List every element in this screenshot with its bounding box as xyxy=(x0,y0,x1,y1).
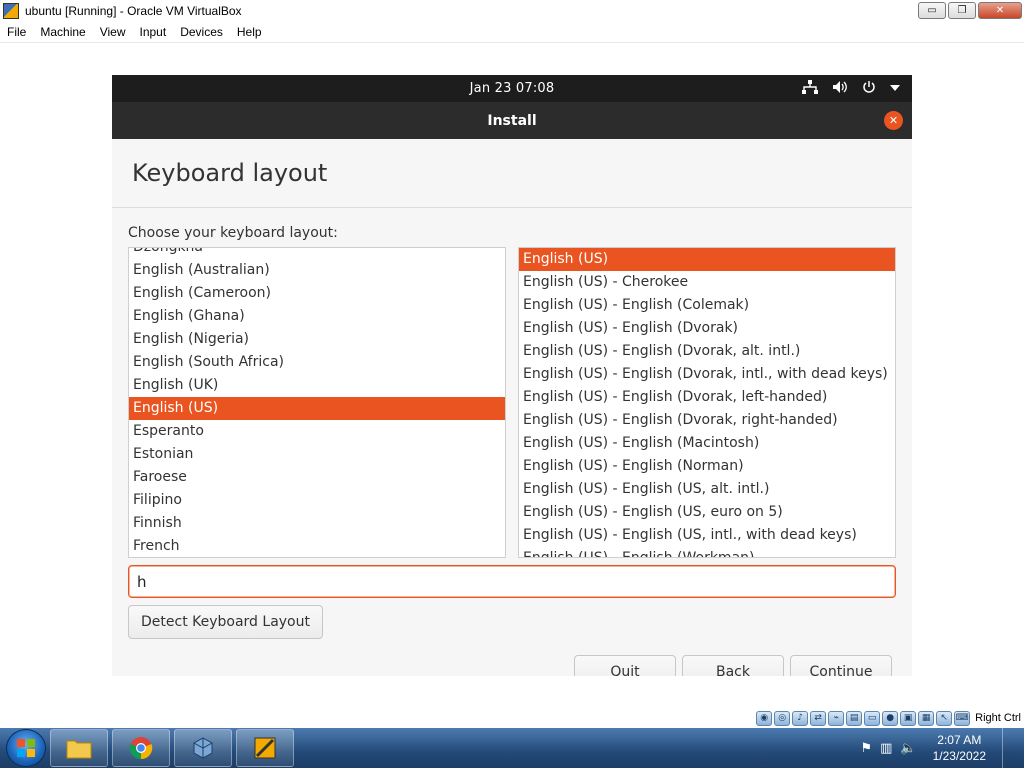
installer-header: Install ✕ xyxy=(112,102,912,139)
variant-item[interactable]: English (US) - English (Colemak) xyxy=(519,294,895,317)
taskbar-explorer-button[interactable] xyxy=(50,729,108,767)
chrome-icon xyxy=(129,737,153,760)
back-button[interactable]: Back xyxy=(682,655,784,676)
action-center-icon[interactable]: ⚑ xyxy=(860,741,872,756)
volume-icon xyxy=(832,80,848,98)
speaker-icon[interactable]: 🔈 xyxy=(900,741,916,756)
network-status-icon[interactable]: ▥ xyxy=(880,741,892,756)
variant-item[interactable]: English (US) - English (Macintosh) xyxy=(519,432,895,455)
guest-clock[interactable]: Jan 23 07:08 xyxy=(470,81,555,96)
layout-item[interactable]: French xyxy=(129,535,505,557)
keyboard-capture-icon[interactable]: ⌨ xyxy=(954,710,971,726)
quit-button[interactable]: Quit xyxy=(574,655,676,676)
installer-window-title: Install xyxy=(487,112,537,129)
host-menubar: File Machine View Input Devices Help xyxy=(0,22,1024,43)
chevron-down-icon xyxy=(890,81,900,96)
variant-item[interactable]: English (US) - English (Dvorak) xyxy=(519,317,895,340)
power-icon xyxy=(862,80,876,98)
host-window-controls: ▭ ❐ ✕ xyxy=(918,2,1022,19)
system-tray: ⚑ ▥ 🔈 2:07 AM 1/23/2022 xyxy=(860,728,1024,768)
menu-view[interactable]: View xyxy=(93,25,133,39)
menu-file[interactable]: File xyxy=(0,25,33,39)
layout-list[interactable]: Dzongkha English (Australian) English (C… xyxy=(128,247,506,558)
video-capture-icon[interactable]: ● xyxy=(882,710,899,726)
host-titlebar: ubuntu [Running] - Oracle VM VirtualBox … xyxy=(0,0,1024,22)
layout-item[interactable]: Esperanto xyxy=(129,420,505,443)
guest-tray[interactable] xyxy=(802,75,900,102)
layout-item-selected[interactable]: English (US) xyxy=(129,397,505,420)
variant-item[interactable]: English (US) - English (Dvorak, alt. int… xyxy=(519,340,895,363)
layout-item[interactable]: English (South Africa) xyxy=(129,351,505,374)
virtualbox-app-icon xyxy=(3,3,19,19)
display-icon[interactable]: ▭ xyxy=(864,710,881,726)
vm-window-icon xyxy=(254,737,276,759)
installer-body: Keyboard layout Choose your keyboard lay… xyxy=(112,139,912,676)
installer-close-button[interactable]: ✕ xyxy=(884,111,903,130)
variant-item[interactable]: English (US) - English (Workman) xyxy=(519,547,895,557)
layout-item[interactable]: English (Ghana) xyxy=(129,305,505,328)
choose-layout-label: Choose your keyboard layout: xyxy=(128,225,338,241)
clock-date: 1/23/2022 xyxy=(932,749,986,763)
variant-item[interactable]: English (US) - English (US, alt. intl.) xyxy=(519,478,895,501)
menu-help[interactable]: Help xyxy=(230,25,269,39)
windows-logo-icon xyxy=(17,739,35,757)
recording-icon[interactable]: ▣ xyxy=(900,710,917,726)
windows-taskbar: ⚑ ▥ 🔈 2:07 AM 1/23/2022 xyxy=(0,728,1024,768)
title-divider xyxy=(112,207,912,208)
minimize-button[interactable]: ▭ xyxy=(918,2,946,19)
layout-item[interactable]: Filipino xyxy=(129,489,505,512)
shared-folders-icon[interactable]: ▤ xyxy=(846,710,863,726)
variant-item[interactable]: English (US) - Cherokee xyxy=(519,271,895,294)
guest-topbar: Jan 23 07:08 xyxy=(112,75,912,102)
variant-item[interactable]: English (US) - English (Norman) xyxy=(519,455,895,478)
installer-content: Keyboard layout Choose your keyboard lay… xyxy=(112,139,912,676)
variant-item[interactable]: English (US) - English (US, intl., with … xyxy=(519,524,895,547)
taskbar-chrome-button[interactable] xyxy=(112,729,170,767)
layout-item[interactable]: Finnish xyxy=(129,512,505,535)
keyboard-test-input[interactable] xyxy=(128,565,896,598)
close-button[interactable]: ✕ xyxy=(978,2,1022,19)
host-statusbar: ◉ ◎ ♪ ⇄ ⌁ ▤ ▭ ● ▣ ▦ ↖ ⌨ Right Ctrl xyxy=(0,708,1024,728)
network-adapter-icon[interactable]: ⇄ xyxy=(810,710,827,726)
layout-item[interactable]: Faroese xyxy=(129,466,505,489)
layout-item[interactable]: English (UK) xyxy=(129,374,505,397)
clock-time: 2:07 AM xyxy=(937,733,982,747)
variant-list[interactable]: English (US) English (US) - Cherokee Eng… xyxy=(518,247,896,558)
variant-item[interactable]: English (US) - English (Dvorak, intl., w… xyxy=(519,363,895,386)
detect-keyboard-layout-button[interactable]: Detect Keyboard Layout xyxy=(128,605,323,639)
layout-item[interactable]: English (Australian) xyxy=(129,259,505,282)
menu-input[interactable]: Input xyxy=(133,25,174,39)
variant-item[interactable]: English (US) - English (Dvorak, right-ha… xyxy=(519,409,895,432)
usb-icon[interactable]: ⌁ xyxy=(828,710,845,726)
variant-item[interactable]: English (US) - English (US, euro on 5) xyxy=(519,501,895,524)
layout-item[interactable]: English (Cameroon) xyxy=(129,282,505,305)
show-desktop-button[interactable] xyxy=(1002,728,1012,768)
audio-icon[interactable]: ♪ xyxy=(792,710,809,726)
menu-devices[interactable]: Devices xyxy=(173,25,230,39)
hard-disk-icon[interactable]: ◉ xyxy=(756,710,773,726)
taskbar-virtualbox-manager-button[interactable] xyxy=(174,729,232,767)
system-clock[interactable]: 2:07 AM 1/23/2022 xyxy=(933,732,986,764)
layout-item[interactable]: English (Nigeria) xyxy=(129,328,505,351)
page-title: Keyboard layout xyxy=(132,159,328,187)
start-button[interactable] xyxy=(6,729,46,767)
variant-item-selected[interactable]: English (US) xyxy=(519,248,895,271)
layout-item[interactable]: Estonian xyxy=(129,443,505,466)
taskbar-vm-window-button[interactable] xyxy=(236,729,294,767)
mouse-integration-icon[interactable]: ↖ xyxy=(936,710,953,726)
folder-icon xyxy=(66,740,92,759)
cpu-icon[interactable]: ▦ xyxy=(918,710,935,726)
variant-item[interactable]: English (US) - English (Dvorak, left-han… xyxy=(519,386,895,409)
restore-button[interactable]: ❐ xyxy=(948,2,976,19)
optical-drive-icon[interactable]: ◎ xyxy=(774,710,791,726)
menu-machine[interactable]: Machine xyxy=(33,25,92,39)
host-key-label: Right Ctrl xyxy=(975,712,1021,724)
continue-button[interactable]: Continue xyxy=(790,655,892,676)
network-icon xyxy=(802,79,818,98)
virtualbox-icon xyxy=(193,737,213,759)
host-window-title: ubuntu [Running] - Oracle VM VirtualBox xyxy=(25,4,242,18)
layout-item[interactable]: Dzongkha xyxy=(129,248,505,259)
